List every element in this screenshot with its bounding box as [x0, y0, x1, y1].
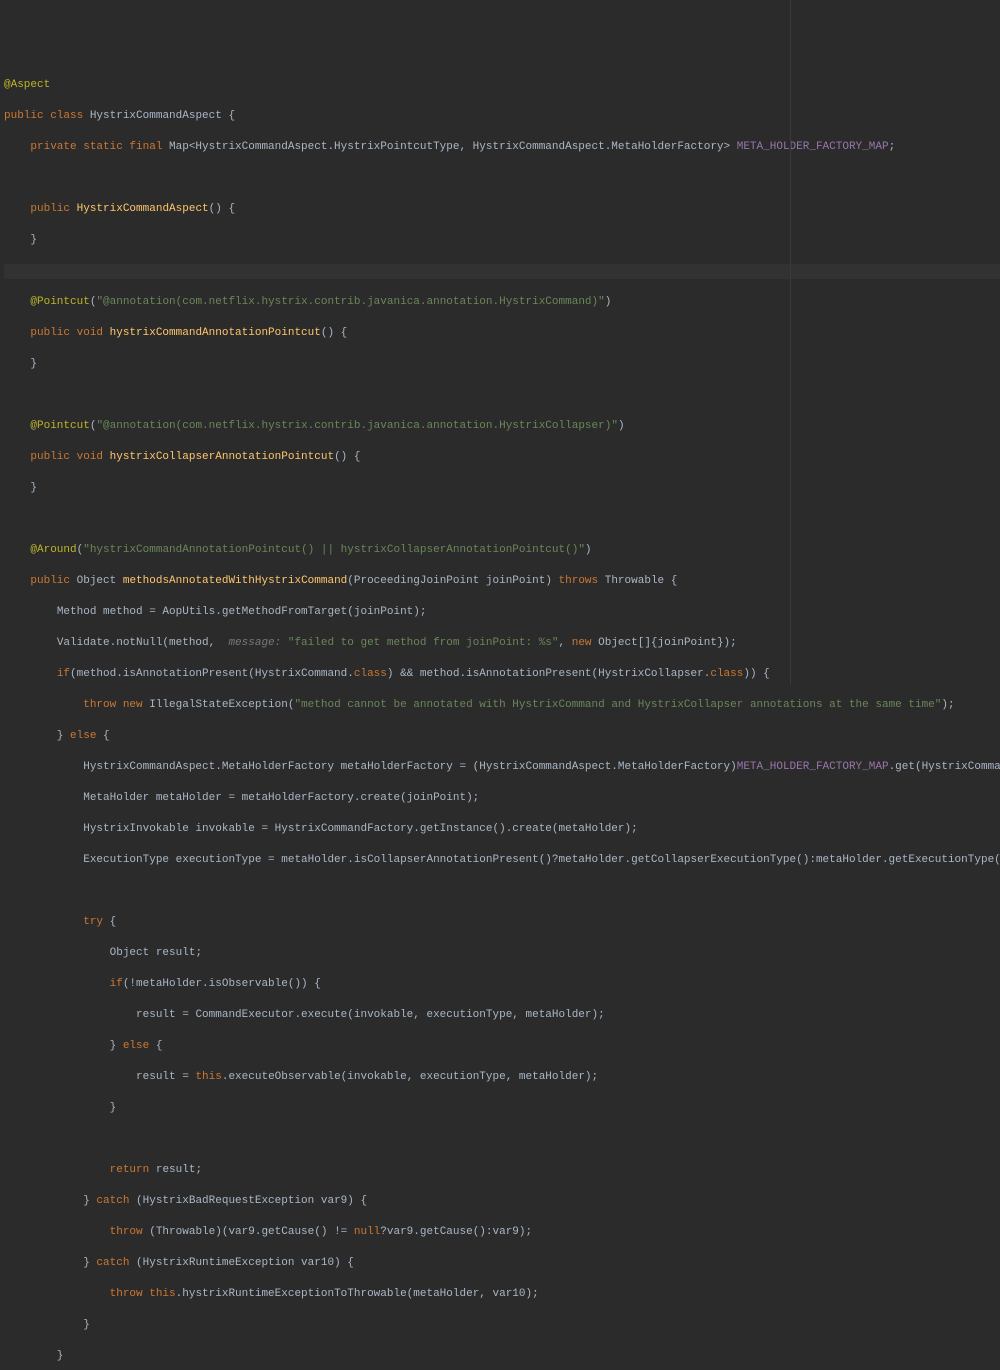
code-line: } [4, 233, 1000, 249]
code-line: } else { [4, 729, 1000, 745]
code-line: throw (Throwable)(var9.getCause() != nul… [4, 1225, 1000, 1241]
code-line: MetaHolder metaHolder = metaHolderFactor… [4, 791, 1000, 807]
code-line: } [4, 1349, 1000, 1365]
code-line [4, 388, 1000, 404]
code-line: result = CommandExecutor.execute(invokab… [4, 1008, 1000, 1024]
code-line: result = this.executeObservable(invokabl… [4, 1070, 1000, 1086]
code-line: Validate.notNull(method, message: "faile… [4, 636, 1000, 652]
code-line: public class HystrixCommandAspect { [4, 109, 1000, 125]
code-line: public void hystrixCommandAnnotationPoin… [4, 326, 1000, 342]
code-line: if(!metaHolder.isObservable()) { [4, 977, 1000, 993]
code-line: @Around("hystrixCommandAnnotationPointcu… [4, 543, 1000, 559]
code-line: } [4, 357, 1000, 373]
code-line [4, 884, 1000, 900]
code-line: HystrixCommandAspect.MetaHolderFactory m… [4, 760, 1000, 776]
code-line: try { [4, 915, 1000, 931]
code-line: } [4, 1318, 1000, 1334]
code-line: throw this.hystrixRuntimeExceptionToThro… [4, 1287, 1000, 1303]
code-line [4, 512, 1000, 528]
code-line: throw new IllegalStateException("method … [4, 698, 1000, 714]
code-line: private static final Map<HystrixCommandA… [4, 140, 1000, 156]
code-line: @Pointcut("@annotation(com.netflix.hystr… [4, 295, 1000, 311]
code-line: public void hystrixCollapserAnnotationPo… [4, 450, 1000, 466]
code-line: public Object methodsAnnotatedWithHystri… [4, 574, 1000, 590]
code-line: @Pointcut("@annotation(com.netflix.hystr… [4, 419, 1000, 435]
code-line: HystrixInvokable invokable = HystrixComm… [4, 822, 1000, 838]
code-line: } [4, 1101, 1000, 1117]
code-line: Method method = AopUtils.getMethodFromTa… [4, 605, 1000, 621]
code-line: @Aspect [4, 78, 1000, 94]
code-line: return result; [4, 1163, 1000, 1179]
code-line-highlighted [4, 264, 1000, 280]
code-line: } else { [4, 1039, 1000, 1055]
code-line: } [4, 481, 1000, 497]
code-line: if(method.isAnnotationPresent(HystrixCom… [4, 667, 1000, 683]
code-line: public HystrixCommandAspect() { [4, 202, 1000, 218]
code-line [4, 1132, 1000, 1148]
code-line [4, 171, 1000, 187]
code-line: } catch (HystrixBadRequestException var9… [4, 1194, 1000, 1210]
code-editor[interactable]: @Aspect public class HystrixCommandAspec… [4, 62, 1000, 1370]
code-line: } catch (HystrixRuntimeException var10) … [4, 1256, 1000, 1272]
code-line: ExecutionType executionType = metaHolder… [4, 853, 1000, 869]
code-line: Object result; [4, 946, 1000, 962]
